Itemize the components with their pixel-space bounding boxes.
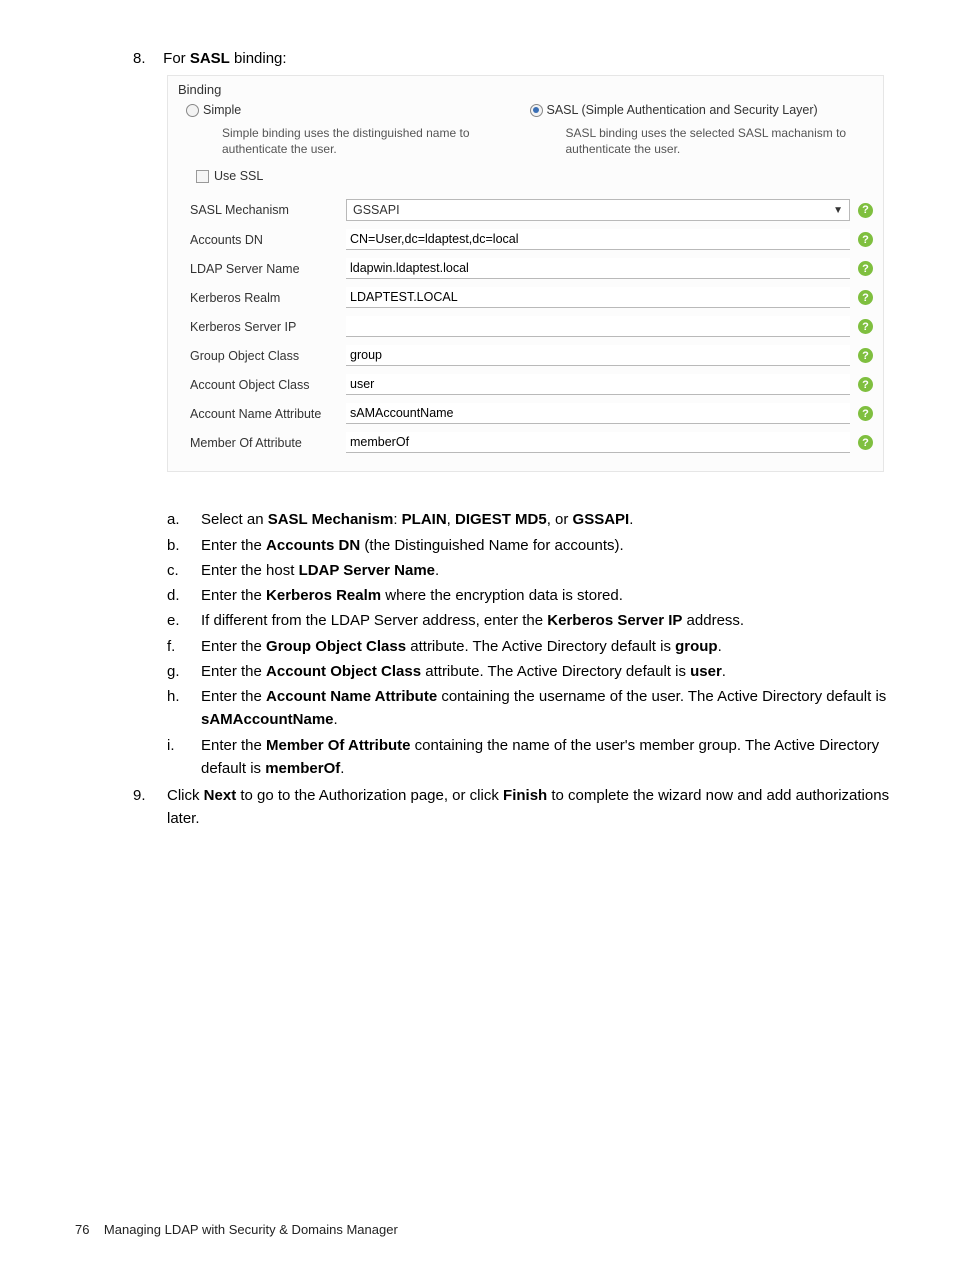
accounts-dn-input[interactable] <box>346 229 850 250</box>
field-label: Group Object Class <box>190 349 338 363</box>
page-footer: 76 Managing LDAP with Security & Domains… <box>75 1222 398 1237</box>
form-row: Accounts DN? <box>190 225 873 254</box>
radio-simple[interactable]: Simple <box>186 103 530 117</box>
form-row: Kerberos Realm? <box>190 283 873 312</box>
instruction-item: h.Enter the Account Name Attribute conta… <box>167 685 894 732</box>
form-row: Kerberos Server IP? <box>190 312 873 341</box>
help-icon[interactable]: ? <box>858 261 873 276</box>
chevron-down-icon: ▼ <box>833 205 843 216</box>
step-9-body: Click Next to go to the Authorization pa… <box>167 784 894 831</box>
radio-sasl[interactable]: SASL (Simple Authentication and Security… <box>530 103 874 117</box>
checkbox-icon <box>196 170 209 183</box>
help-icon[interactable]: ? <box>858 203 873 218</box>
step-9-text: 9. Click Next to go to the Authorization… <box>133 784 894 831</box>
instruction-item: g.Enter the Account Object Class attribu… <box>167 660 894 683</box>
binding-panel: Binding Simple SASL (Simple Authenticati… <box>167 75 884 472</box>
field-label: Accounts DN <box>190 233 338 247</box>
form-row: SASL Mechanism GSSAPI▼? <box>190 195 873 225</box>
instruction-item: i.Enter the Member Of Attribute containi… <box>167 734 894 781</box>
use-ssl-checkbox[interactable]: Use SSL <box>168 165 883 195</box>
group-object-class-input[interactable] <box>346 345 850 366</box>
ldap-server-name-input[interactable] <box>346 258 850 279</box>
field-label: SASL Mechanism <box>190 203 338 217</box>
form-row: Account Object Class? <box>190 370 873 399</box>
form-row: Account Name Attribute? <box>190 399 873 428</box>
field-label: Kerberos Realm <box>190 291 338 305</box>
field-label: Account Name Attribute <box>190 407 338 421</box>
form-row: Group Object Class? <box>190 341 873 370</box>
form-row: Member Of Attribute? <box>190 428 873 457</box>
sasl-mechanism-select[interactable]: GSSAPI▼ <box>346 199 850 221</box>
instruction-item: b.Enter the Accounts DN (the Distinguish… <box>167 534 894 557</box>
kerberos-server-ip-input[interactable] <box>346 316 850 337</box>
kerberos-realm-input[interactable] <box>346 287 850 308</box>
account-object-class-input[interactable] <box>346 374 850 395</box>
field-label: LDAP Server Name <box>190 262 338 276</box>
radio-icon <box>186 104 199 117</box>
instruction-item: e.If different from the LDAP Server addr… <box>167 609 894 632</box>
help-icon[interactable]: ? <box>858 290 873 305</box>
form-row: LDAP Server Name? <box>190 254 873 283</box>
instruction-item: c.Enter the host LDAP Server Name. <box>167 559 894 582</box>
help-icon[interactable]: ? <box>858 435 873 450</box>
instruction-item: a.Select an SASL Mechanism: PLAIN, DIGES… <box>167 508 894 531</box>
panel-title: Binding <box>168 76 883 101</box>
help-icon[interactable]: ? <box>858 406 873 421</box>
instruction-item: f.Enter the Group Object Class attribute… <box>167 635 894 658</box>
help-icon[interactable]: ? <box>858 232 873 247</box>
member-of-attribute-input[interactable] <box>346 432 850 453</box>
help-icon[interactable]: ? <box>858 319 873 334</box>
account-name-attribute-input[interactable] <box>346 403 850 424</box>
help-icon[interactable]: ? <box>858 377 873 392</box>
simple-desc: Simple binding uses the distinguished na… <box>186 119 530 165</box>
field-label: Member Of Attribute <box>190 436 338 450</box>
step-8-text: 8. For SASL binding: <box>133 50 894 67</box>
sasl-desc: SASL binding uses the selected SASL mach… <box>530 119 874 165</box>
field-label: Kerberos Server IP <box>190 320 338 334</box>
help-icon[interactable]: ? <box>858 348 873 363</box>
radio-icon <box>530 104 543 117</box>
instruction-item: d.Enter the Kerberos Realm where the enc… <box>167 584 894 607</box>
field-label: Account Object Class <box>190 378 338 392</box>
